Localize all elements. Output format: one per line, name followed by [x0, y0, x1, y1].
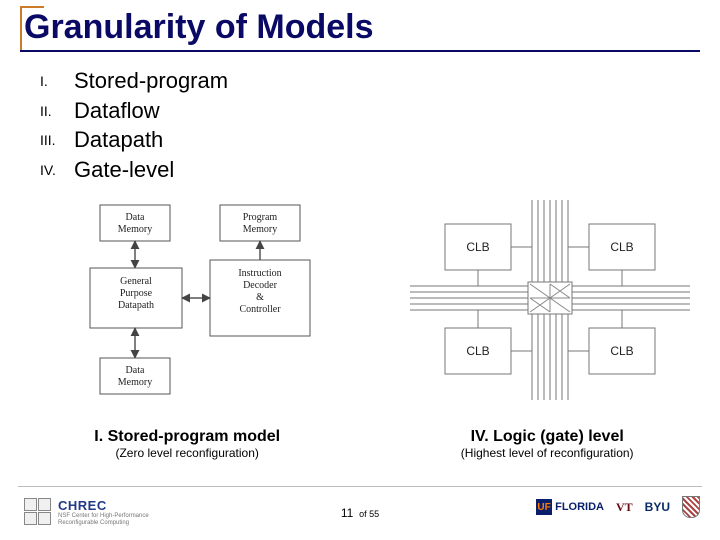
- roman-numeral: IV.: [40, 155, 74, 185]
- logo-uf: UF FLORIDA: [536, 499, 604, 515]
- figure-captions: I. Stored-program model (Zero level reco…: [0, 428, 720, 460]
- list-item: IV. Gate-level: [40, 155, 228, 185]
- list-item: II. Dataflow: [40, 96, 228, 126]
- svg-text:CLB: CLB: [466, 344, 489, 358]
- uf-badge: UF: [536, 499, 552, 515]
- svg-text:CLB: CLB: [466, 240, 489, 254]
- list-label: Stored-program: [74, 66, 228, 96]
- slide-title: Granularity of Models: [24, 8, 374, 51]
- caption-title: I. Stored-program model: [0, 428, 374, 446]
- svg-text:GeneralPurposeDatapath: GeneralPurposeDatapath: [118, 276, 154, 311]
- list-label: Datapath: [74, 125, 163, 155]
- list-item: III. Datapath: [40, 125, 228, 155]
- uf-word: FLORIDA: [555, 501, 604, 513]
- chrec-line2: Reconfigurable Computing: [58, 520, 149, 526]
- logo-vt: VT: [616, 500, 633, 515]
- caption-subtitle: (Highest level of reconfiguration): [374, 446, 720, 460]
- figures-row: DataMemory ProgramMemory GeneralPurposeD…: [70, 200, 690, 410]
- list-label: Gate-level: [74, 155, 174, 185]
- logos-right: UF FLORIDA VT BYU: [536, 496, 700, 518]
- page-sep-word: of: [359, 509, 367, 519]
- logo-byu: BYU: [645, 500, 670, 514]
- svg-text:CLB: CLB: [610, 240, 633, 254]
- page-total: 55: [369, 509, 379, 519]
- footer-divider: [18, 486, 702, 487]
- page-current: 11: [341, 506, 353, 520]
- title-wrap: Granularity of Models: [24, 8, 374, 51]
- svg-text:CLB: CLB: [610, 344, 633, 358]
- figure-stored-program: DataMemory ProgramMemory GeneralPurposeD…: [70, 200, 330, 410]
- caption-subtitle: (Zero level reconfiguration): [0, 446, 374, 460]
- figure-clb-array: CLB CLB CLB CLB: [410, 200, 690, 410]
- footer: CHREC NSF Center for High-Performance Re…: [0, 486, 720, 534]
- title-underline: [20, 50, 700, 52]
- shield-icon: [682, 496, 700, 518]
- caption-right: IV. Logic (gate) level (Highest level of…: [374, 428, 720, 460]
- svg-text:ProgramMemory: ProgramMemory: [243, 212, 278, 235]
- list-item: I. Stored-program: [40, 66, 228, 96]
- caption-title: IV. Logic (gate) level: [374, 428, 720, 446]
- slide: Granularity of Models I. Stored-program …: [0, 0, 720, 540]
- caption-left: I. Stored-program model (Zero level reco…: [0, 428, 374, 460]
- outline-list: I. Stored-program II. Dataflow III. Data…: [40, 66, 228, 185]
- roman-numeral: III.: [40, 125, 74, 155]
- roman-numeral: II.: [40, 96, 74, 126]
- roman-numeral: I.: [40, 66, 74, 96]
- list-label: Dataflow: [74, 96, 160, 126]
